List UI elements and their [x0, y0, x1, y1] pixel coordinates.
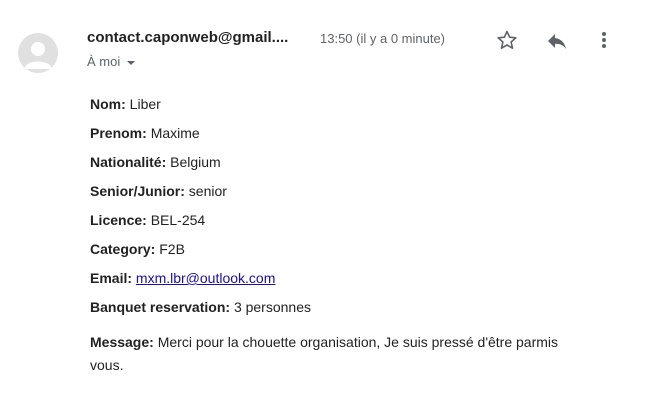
field-licence: Licence: BEL-254: [90, 210, 610, 239]
sender-avatar: [18, 33, 58, 73]
field-nom: Nom: Liber: [90, 94, 610, 123]
field-label: Banquet reservation:: [90, 299, 231, 315]
more-options-icon[interactable]: [596, 28, 612, 52]
field-email: Email: mxm.lbr@outlook.com: [90, 268, 610, 297]
sender-name[interactable]: contact.caponweb@gmail....: [87, 29, 288, 46]
field-value: Maxime: [150, 125, 200, 141]
chevron-down-icon: [127, 60, 136, 65]
reply-icon[interactable]: [545, 30, 569, 52]
message-text: Merci pour la chouette organisation, Je …: [90, 334, 559, 373]
star-icon[interactable]: [495, 28, 519, 52]
field-value: Liber: [129, 96, 161, 112]
field-label: Message:: [90, 334, 154, 350]
email-body: Nom: Liber Prenom: Maxime Nationalité: B…: [90, 94, 610, 377]
field-label: Nationalité:: [90, 154, 167, 170]
field-value: F2B: [159, 241, 185, 257]
field-category: Category: F2B: [90, 239, 610, 268]
field-value: Belgium: [170, 154, 221, 170]
field-label: Nom:: [90, 96, 126, 112]
field-senior-junior: Senior/Junior: senior: [90, 181, 610, 210]
field-label: Prenom:: [90, 125, 147, 141]
person-icon: [24, 42, 52, 69]
field-value: senior: [188, 183, 227, 199]
timestamp: 13:50 (il y a 0 minute): [320, 31, 446, 46]
field-prenom: Prenom: Maxime: [90, 123, 610, 152]
field-label: Senior/Junior:: [90, 183, 185, 199]
field-value: 3 personnes: [233, 299, 311, 315]
field-label: Licence:: [90, 212, 147, 228]
field-message: Message: Merci pour la chouette organisa…: [90, 331, 590, 377]
email-link[interactable]: mxm.lbr@outlook.com: [136, 270, 275, 286]
field-label: Email:: [90, 270, 133, 286]
field-nationalite: Nationalité: Belgium: [90, 152, 610, 181]
field-banquet: Banquet reservation: 3 personnes: [90, 297, 610, 326]
field-label: Category:: [90, 241, 156, 257]
recipient-dropdown[interactable]: À moi: [87, 54, 136, 69]
field-value: BEL-254: [150, 212, 206, 228]
recipient-label: À moi: [87, 54, 121, 69]
